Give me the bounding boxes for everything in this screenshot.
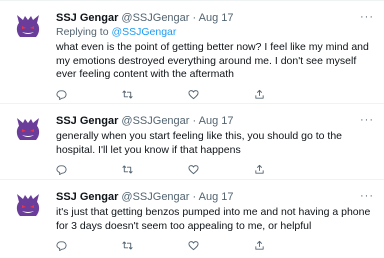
tweet-date[interactable]: Aug 17 (199, 115, 234, 127)
tweet-header: SSJ Gengar @SSJGengar · Aug 17 (56, 191, 376, 204)
replying-prefix: Replying to (56, 26, 112, 38)
separator-dot: · (192, 191, 197, 203)
reply-icon (56, 89, 67, 100)
tweet-text: it's just that getting benzos pumped int… (56, 206, 371, 232)
like-button[interactable] (188, 89, 254, 100)
display-name[interactable]: SSJ Gengar (56, 191, 118, 203)
more-options-icon[interactable]: ··· (360, 114, 374, 126)
more-options-icon[interactable]: ··· (360, 11, 374, 23)
share-icon (255, 89, 264, 99)
reply-icon (56, 241, 67, 251)
user-handle[interactable]: @SSJGengar (121, 191, 189, 203)
tweet-text: what even is the point of getting better… (56, 41, 369, 80)
avatar[interactable] (12, 114, 44, 146)
replying-to: Replying to @SSJGengar (56, 26, 376, 39)
display-name[interactable]: SSJ Gengar (56, 115, 118, 127)
reply-button[interactable] (56, 164, 122, 175)
reply-icon (56, 165, 67, 175)
gengar-avatar-icon (12, 190, 44, 222)
more-options-icon[interactable]: ··· (360, 190, 374, 202)
tweet-actions (56, 89, 376, 100)
tweet-header: SSJ Gengar @SSJGengar · Aug 17 (56, 115, 376, 128)
like-icon (188, 241, 199, 251)
tweet[interactable]: SSJ Gengar @SSJGengar · Aug 17 generally… (0, 104, 384, 180)
replying-handle-link[interactable]: @SSJGengar (111, 26, 176, 38)
user-handle[interactable]: @SSJGengar (121, 115, 189, 127)
like-icon (188, 165, 199, 175)
reply-button[interactable] (56, 89, 122, 100)
tweet-thread: SSJ Gengar @SSJGengar · Aug 17 Replying … (0, 0, 384, 257)
share-button[interactable] (254, 164, 320, 175)
gengar-avatar-icon (12, 11, 44, 43)
tweet-header: SSJ Gengar @SSJGengar · Aug 17 (56, 12, 376, 25)
retweet-button[interactable] (122, 240, 188, 251)
like-button[interactable] (188, 164, 254, 175)
tweet[interactable]: SSJ Gengar @SSJGengar · Aug 17 Replying … (0, 1, 384, 104)
tweet-actions (56, 240, 376, 251)
separator-dot: · (192, 12, 197, 24)
separator-dot: · (192, 115, 197, 127)
retweet-icon (122, 90, 133, 98)
avatar[interactable] (12, 190, 44, 222)
display-name[interactable]: SSJ Gengar (56, 12, 118, 24)
tweet-date[interactable]: Aug 17 (199, 12, 234, 24)
avatar[interactable] (12, 11, 44, 43)
retweet-button[interactable] (122, 164, 188, 175)
gengar-avatar-icon (12, 114, 44, 146)
like-button[interactable] (188, 240, 254, 251)
tweet-actions (56, 164, 376, 175)
retweet-icon (122, 241, 133, 250)
like-icon (188, 89, 199, 99)
reply-button[interactable] (56, 240, 122, 251)
share-button[interactable] (254, 89, 320, 100)
tweet[interactable]: SSJ Gengar @SSJGengar · Aug 17 it's just… (0, 180, 384, 258)
tweet-date[interactable]: Aug 17 (199, 191, 234, 203)
retweet-icon (122, 165, 133, 174)
share-icon (255, 164, 264, 174)
share-icon (255, 240, 264, 250)
retweet-button[interactable] (122, 89, 188, 100)
tweet-text: generally when you start feeling like th… (56, 130, 343, 156)
share-button[interactable] (254, 240, 320, 251)
user-handle[interactable]: @SSJGengar (121, 12, 189, 24)
